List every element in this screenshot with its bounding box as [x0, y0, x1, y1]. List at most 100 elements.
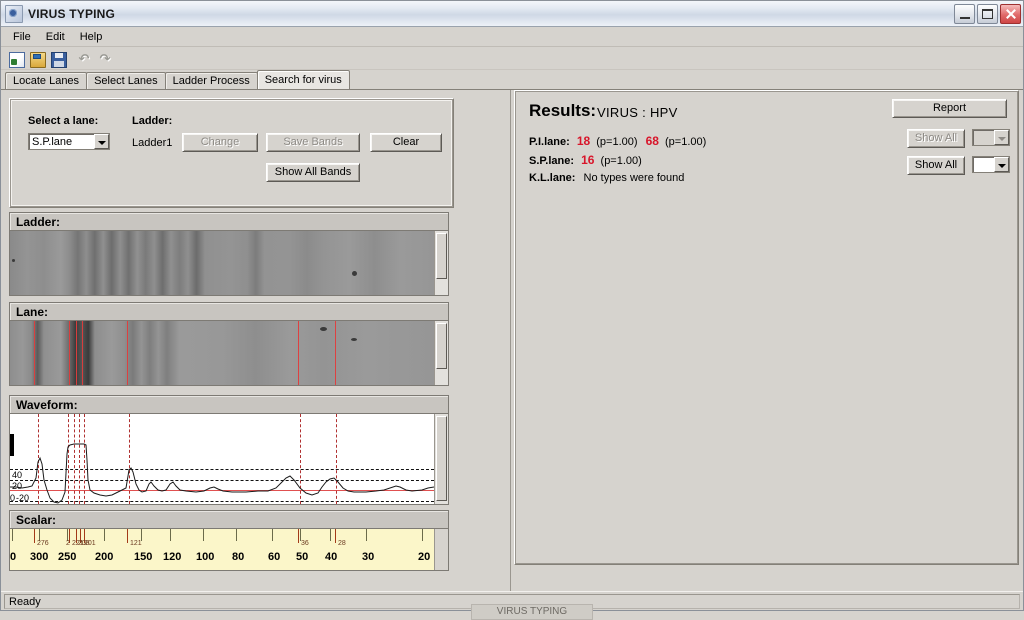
chevron-down-icon	[98, 141, 106, 145]
ruler-tick	[12, 529, 13, 541]
waveform-view[interactable]: 40 20 0 -20	[9, 414, 449, 505]
redo-icon: ↷	[99, 50, 111, 66]
left-pane: Select a lane: S.P.lane Ladder: Ladder1 …	[1, 90, 506, 591]
band-marker	[298, 321, 299, 385]
results-group: Results: VIRUS : HPV P.I.lane: 18 (p=1.0…	[514, 90, 1019, 565]
waveform-panel: Waveform: 40 20 0 -20	[9, 395, 449, 505]
type-select-arrow[interactable]	[994, 157, 1009, 172]
minimize-button[interactable]	[954, 3, 975, 24]
ladder-scrollbar[interactable]	[434, 231, 448, 295]
show-all-button[interactable]: Show All	[907, 156, 965, 175]
ruler-label: 100	[196, 551, 215, 563]
undo-button[interactable]: ↶	[73, 48, 93, 68]
result-pvalue: (p=1.00)	[600, 155, 642, 167]
close-icon	[1005, 8, 1017, 20]
waveform-scrollbar[interactable]	[434, 414, 448, 504]
result-lane-label: S.P.lane:	[529, 155, 575, 167]
ladder-gel-image	[10, 231, 434, 295]
y-label-0: 0	[10, 493, 16, 503]
ruler-label: 200	[95, 551, 114, 563]
menu-item-file[interactable]: File	[7, 29, 40, 45]
gel-speck	[351, 338, 357, 341]
ruler-label: 150	[134, 551, 153, 563]
result-pvalue: (p=1.00)	[596, 136, 638, 148]
lane-gel-image	[10, 321, 434, 385]
ladder-gel-view[interactable]	[9, 231, 449, 296]
redo-button[interactable]: ↷	[94, 48, 114, 68]
toolbar: ↶ ↷	[1, 47, 1023, 70]
ladder-panel-title: Ladder:	[9, 212, 449, 231]
band-marker	[34, 321, 35, 385]
maximize-button[interactable]	[977, 3, 998, 24]
band-label: 28	[338, 540, 346, 547]
result-lane-label: K.L.lane:	[529, 172, 576, 184]
band-marker	[298, 529, 299, 543]
menu-item-help[interactable]: Help	[74, 29, 112, 45]
scalar-ruler[interactable]: 276 2 221 208 201 121 36 28 0 300 250 20…	[9, 529, 449, 571]
waveform-scroll-thumb[interactable]	[436, 416, 447, 501]
type-select[interactable]	[972, 156, 1010, 173]
scalar-scrollbar[interactable]	[434, 529, 448, 570]
open-button[interactable]	[26, 48, 46, 68]
result-type: 68	[645, 134, 659, 148]
window-controls	[954, 3, 1021, 24]
waveform-panel-title: Waveform:	[9, 395, 449, 414]
ruler-tick	[366, 529, 367, 541]
type-select-disabled-arrow[interactable]	[994, 130, 1009, 145]
band-marker	[335, 529, 336, 543]
show-all-bands-button[interactable]: Show All Bands	[266, 163, 360, 182]
band-label: 2	[66, 540, 70, 547]
ruler-label: 50	[296, 551, 309, 563]
band-marker	[76, 321, 77, 385]
scalar-panel-title: Scalar:	[9, 510, 449, 529]
scalar-panel: Scalar: 276 2 221 208 201 121 36 28 0 30…	[9, 510, 449, 571]
change-button[interactable]: Change	[182, 133, 258, 152]
lane-select-value: S.P.lane	[32, 135, 73, 148]
band-marker	[335, 321, 336, 385]
minimize-icon	[960, 16, 970, 19]
type-select-disabled[interactable]	[972, 129, 1010, 146]
show-all-button-disabled[interactable]: Show All	[907, 129, 965, 148]
band-marker	[127, 321, 128, 385]
result-row-pi: P.I.lane: 18 (p=1.00) 68 (p=1.00)	[529, 134, 706, 148]
right-pane: Results: VIRUS : HPV P.I.lane: 18 (p=1.0…	[514, 90, 1023, 591]
result-row-kl: K.L.lane: No types were found	[529, 172, 684, 184]
ladder-scroll-thumb[interactable]	[436, 233, 447, 280]
status-bar: Ready VIRUS TYPING	[1, 591, 1023, 620]
ruler-label: 20	[418, 551, 431, 563]
save-bands-button[interactable]: Save Bands	[266, 133, 360, 152]
save-button[interactable]	[47, 48, 67, 68]
close-button[interactable]	[1000, 3, 1021, 24]
lane-scroll-thumb[interactable]	[436, 323, 447, 370]
ruler-label: 60	[268, 551, 281, 563]
tab-select-lanes[interactable]: Select Lanes	[86, 72, 166, 89]
clear-button[interactable]: Clear	[370, 133, 442, 152]
new-button[interactable]	[5, 48, 25, 68]
band-marker	[34, 529, 35, 543]
menu-item-edit[interactable]: Edit	[40, 29, 74, 45]
result-type: 18	[576, 134, 591, 148]
band-marker	[127, 529, 128, 543]
band-marker	[69, 321, 70, 385]
chevron-down-icon	[998, 137, 1006, 141]
ruler-label: 250	[58, 551, 77, 563]
ruler-tick	[422, 529, 423, 541]
tab-search-for-virus[interactable]: Search for virus	[256, 70, 350, 89]
band-label: 36	[301, 540, 309, 547]
ruler-label: 0	[10, 551, 17, 563]
lane-scrollbar[interactable]	[434, 321, 448, 385]
result-row-sp: S.P.lane: 16 (p=1.00)	[529, 153, 642, 167]
tab-locate-lanes[interactable]: Locate Lanes	[5, 72, 88, 89]
ladder-label: Ladder:	[132, 115, 173, 127]
report-button[interactable]: Report	[892, 99, 1007, 118]
lane-select-arrow[interactable]	[94, 134, 109, 149]
lane-select[interactable]: S.P.lane	[28, 133, 110, 150]
gel-speck	[12, 259, 15, 262]
application-window: VIRUS TYPING File Edit Help ↶ ↷ Locate L…	[0, 0, 1024, 620]
results-heading: Results:	[529, 101, 597, 120]
ruler-label: 40	[325, 551, 338, 563]
taskbar-item[interactable]: VIRUS TYPING	[471, 604, 593, 620]
tab-ladder-process[interactable]: Ladder Process	[164, 72, 258, 89]
ruler-tick	[203, 529, 204, 541]
lane-gel-view[interactable]	[9, 321, 449, 386]
